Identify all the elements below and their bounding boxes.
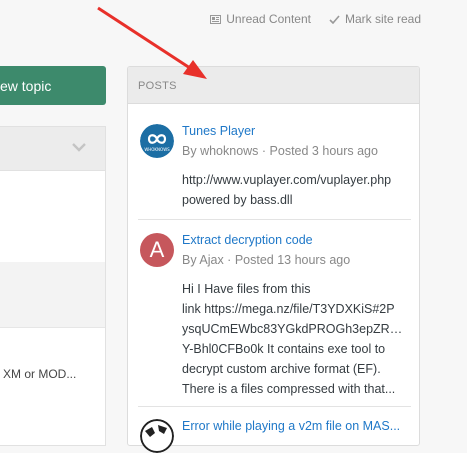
mark-site-read-link[interactable]: Mark site read xyxy=(329,12,421,26)
excerpt-line: link https://mega.nz/file/T3YDXKiS#2P xyxy=(182,302,395,316)
globe-avatar-icon xyxy=(140,419,174,453)
post-title-link[interactable]: Tunes Player xyxy=(182,124,255,138)
check-icon xyxy=(329,14,340,24)
newspaper-icon xyxy=(210,14,222,24)
forum-row-snippet[interactable]: XM or MOD... xyxy=(3,367,76,381)
new-topic-label: ew topic xyxy=(0,77,52,94)
top-actions: Unread Content Mark site read xyxy=(210,12,421,26)
post-time: Posted 3 hours ago xyxy=(269,144,378,158)
avatar[interactable]: WHOKNOWS xyxy=(140,124,174,158)
excerpt-line: There is a files compressed with that... xyxy=(182,382,396,396)
unread-content-label: Unread Content xyxy=(226,12,311,26)
mark-site-read-label: Mark site read xyxy=(344,12,421,26)
post-divider xyxy=(138,406,411,407)
chevron-down-icon[interactable] xyxy=(71,142,87,152)
excerpt-line: Y-Bhl0CFBo0k It contains exe tool to xyxy=(182,342,386,356)
forum-row-highlight[interactable] xyxy=(0,262,105,327)
svg-text:WHOKNOWS: WHOKNOWS xyxy=(144,147,170,152)
post-title-link[interactable]: Error while playing a v2m file on MAS... xyxy=(182,419,400,433)
whoknows-logo-icon: WHOKNOWS xyxy=(140,124,174,158)
excerpt-line: powered by bass.dll xyxy=(182,193,293,207)
post-excerpt: Hi I Have files from this link https://m… xyxy=(182,279,408,399)
forum-list-panel: XM or MOD... xyxy=(0,126,106,446)
new-topic-button[interactable]: ew topic xyxy=(0,66,106,105)
avatar-letter: A xyxy=(149,237,165,262)
post-meta: By Ajax · Posted 13 hours ago xyxy=(182,253,351,267)
excerpt-line: Hi I Have files from this xyxy=(182,282,311,296)
post-divider xyxy=(138,219,411,220)
post-title-link[interactable]: Extract decryption code xyxy=(182,233,313,247)
excerpt-line: ysqUCmEWbc83YGkdPROGh3epZRLfK xyxy=(182,322,408,336)
post-time: Posted 13 hours ago xyxy=(234,253,351,267)
post-excerpt: http://www.vuplayer.com/vuplayer.php pow… xyxy=(182,170,408,210)
forum-list-header[interactable] xyxy=(0,127,105,171)
excerpt-line: http://www.vuplayer.com/vuplayer.php xyxy=(182,173,392,187)
avatar[interactable] xyxy=(140,419,174,453)
excerpt-line: decrypt custom archive format (EF). xyxy=(182,362,381,376)
avatar[interactable]: A xyxy=(140,233,174,267)
posts-header: POSTS xyxy=(128,67,419,104)
author-link[interactable]: whoknows xyxy=(200,144,258,158)
post-meta: By whoknows · Posted 3 hours ago xyxy=(182,144,378,158)
row-divider xyxy=(0,327,105,328)
author-link[interactable]: Ajax xyxy=(199,253,223,267)
unread-content-link[interactable]: Unread Content xyxy=(210,12,311,26)
